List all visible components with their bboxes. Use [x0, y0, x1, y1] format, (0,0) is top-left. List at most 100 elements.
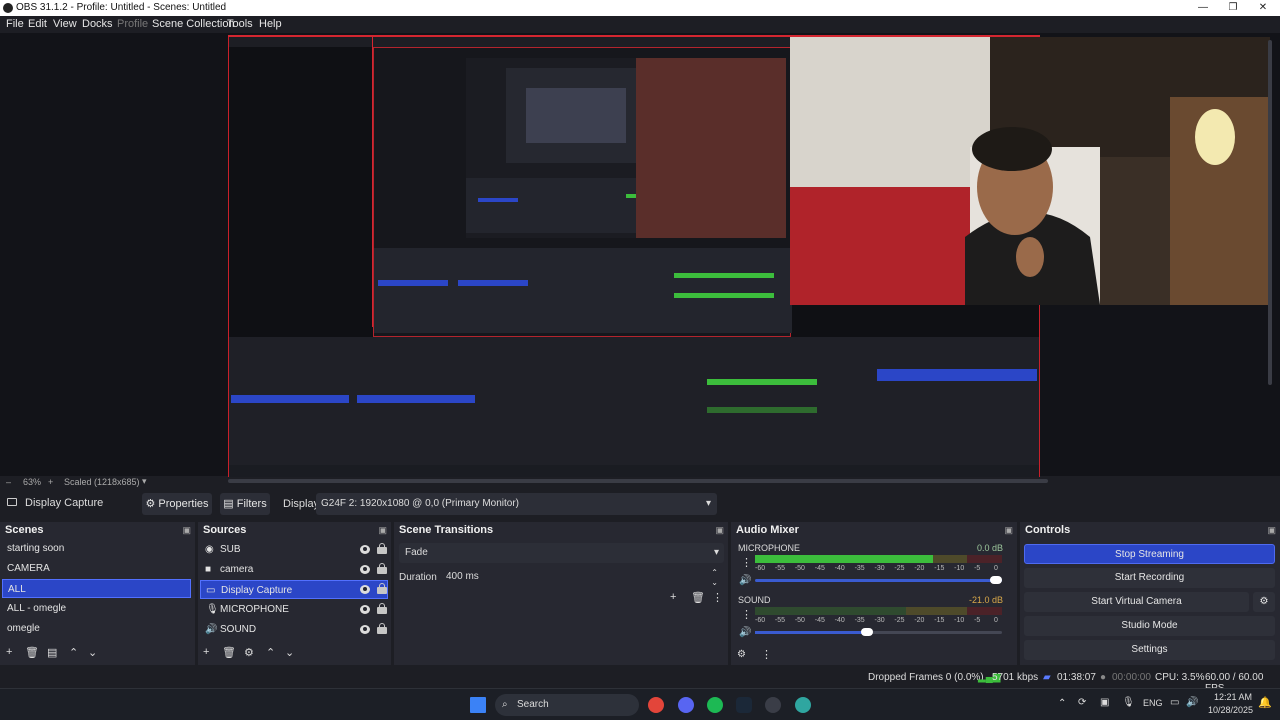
tray-obs-icon[interactable]: ▣: [1100, 697, 1109, 708]
virtual-camera-settings-button[interactable]: ⚙: [1253, 592, 1275, 612]
menu-scene-collection[interactable]: Scene Collection: [152, 18, 235, 30]
lock-icon[interactable]: [377, 583, 387, 594]
source-item[interactable]: 🔊 SOUND: [200, 620, 388, 639]
steam-icon[interactable]: [736, 697, 752, 713]
dock-menu-icon[interactable]: ▣: [1004, 522, 1013, 538]
menu-view[interactable]: View: [53, 18, 77, 30]
add-transition-button[interactable]: +: [670, 591, 676, 603]
remove-transition-button[interactable]: 🗑: [691, 591, 705, 604]
tray-sync-icon[interactable]: ⟳: [1078, 697, 1086, 708]
menu-edit[interactable]: Edit: [28, 18, 47, 30]
dock-menu-icon[interactable]: ▣: [378, 522, 387, 538]
mic-options-icon[interactable]: ⋮: [741, 556, 752, 569]
preview-vertical-scrollbar[interactable]: [1268, 40, 1272, 385]
settings-button[interactable]: Settings: [1024, 640, 1275, 660]
dock-menu-icon[interactable]: ▣: [1267, 522, 1276, 538]
remove-source-button[interactable]: 🗑: [222, 646, 236, 659]
spotify-icon[interactable]: [707, 697, 723, 713]
lock-icon[interactable]: [377, 623, 387, 634]
scale-dropdown-icon[interactable]: ▾: [142, 476, 147, 487]
lock-icon[interactable]: [377, 543, 387, 554]
move-up-button[interactable]: ⌃: [69, 646, 78, 659]
start-recording-button[interactable]: Start Recording: [1024, 568, 1275, 588]
tray-mic-icon[interactable]: 🎙: [1122, 697, 1135, 708]
source-item-selected[interactable]: ▭ Display Capture: [200, 580, 388, 599]
source-properties-button[interactable]: ⚙: [244, 646, 254, 659]
zoom-in-button[interactable]: +: [48, 477, 53, 487]
mute-speaker-icon[interactable]: 🔊: [739, 627, 751, 638]
scene-item-selected[interactable]: ALL: [2, 579, 191, 598]
stop-streaming-button[interactable]: Stop Streaming: [1024, 544, 1275, 564]
chrome-icon[interactable]: [648, 697, 664, 713]
dock-menu-icon[interactable]: ▣: [182, 522, 191, 538]
menu-help[interactable]: Help: [259, 18, 282, 30]
minimize-button[interactable]: —: [1188, 0, 1218, 16]
visibility-eye-icon[interactable]: [360, 565, 370, 574]
add-scene-button[interactable]: +: [6, 646, 12, 658]
scene-filters-button[interactable]: ▤: [47, 646, 57, 659]
chevron-down-icon: ▾: [705, 498, 711, 509]
move-down-button[interactable]: ⌄: [88, 646, 97, 659]
scene-item[interactable]: CAMERA: [2, 559, 191, 578]
source-item[interactable]: 🎙 MICROPHONE: [200, 600, 388, 619]
studio-mode-button[interactable]: Studio Mode: [1024, 616, 1275, 636]
discord-icon[interactable]: [678, 697, 694, 713]
duration-spinbox[interactable]: 400 ms ⌃ ⌄: [440, 567, 724, 587]
transition-select[interactable]: Fade ▾: [399, 543, 724, 563]
mute-speaker-icon[interactable]: 🔊: [739, 575, 751, 586]
zoom-out-button[interactable]: –: [6, 477, 11, 487]
add-source-button[interactable]: +: [203, 646, 209, 658]
menu-file[interactable]: File: [6, 18, 24, 30]
display-select[interactable]: G24F 2: 1920x1080 @ 0,0 (Primary Monitor…: [316, 493, 717, 515]
app-globe-icon[interactable]: [795, 697, 811, 713]
visibility-eye-icon[interactable]: [360, 545, 370, 554]
preview-zoom-bar: – 63% + Scaled (1218x685) ▾: [0, 476, 1280, 490]
sound-volume-slider[interactable]: [755, 628, 1002, 636]
slider-handle[interactable]: [990, 576, 1002, 584]
maximize-button[interactable]: ❐: [1218, 0, 1248, 16]
filters-button[interactable]: ▤ Filters: [220, 493, 270, 515]
more-options-icon[interactable]: ⋮: [712, 591, 723, 604]
meter-tick-label: -35: [854, 617, 865, 624]
meter-tick-label: 0: [994, 565, 998, 572]
monitor-icon: ▭: [206, 585, 216, 596]
lock-icon[interactable]: [377, 563, 387, 574]
volume-icon[interactable]: 🔊: [1186, 697, 1198, 708]
mixer-more-icon[interactable]: ⋮: [761, 648, 772, 661]
menu-profile[interactable]: Profile: [117, 18, 148, 30]
lock-icon[interactable]: [377, 603, 387, 614]
mic-volume-slider[interactable]: [755, 576, 1002, 584]
source-item[interactable]: ■ camera: [200, 560, 388, 579]
notification-bell-icon[interactable]: 🔔: [1258, 696, 1272, 709]
start-virtual-camera-button[interactable]: Start Virtual Camera: [1024, 592, 1249, 612]
properties-button[interactable]: ⚙ Properties: [142, 493, 212, 515]
close-button[interactable]: ✕: [1248, 0, 1278, 16]
source-item[interactable]: ◉ SUB: [200, 540, 388, 559]
network-icon[interactable]: ▭: [1170, 697, 1179, 708]
mixer-settings-icon[interactable]: ⚙: [737, 649, 746, 660]
menu-tools[interactable]: Tools: [227, 18, 253, 30]
slider-handle[interactable]: [860, 628, 873, 636]
obs-taskbar-icon[interactable]: [765, 697, 781, 713]
windows-start-icon[interactable]: [470, 697, 486, 713]
visibility-eye-icon[interactable]: [360, 605, 370, 614]
clock-date[interactable]: 10/28/2025: [1208, 705, 1253, 715]
language-indicator[interactable]: ENG: [1143, 698, 1163, 708]
taskbar-search-box[interactable]: ⌕ Search: [495, 694, 639, 716]
scene-item[interactable]: ALL - omegle: [2, 599, 191, 618]
tray-chevron-icon[interactable]: ⌃: [1058, 698, 1066, 709]
audio-mixer-dock: Audio Mixer ▣ MICROPHONE 0.0 dB ⋮ -60 -55 -…: [731, 522, 1017, 665]
clock-time[interactable]: 12:21 AM: [1212, 692, 1252, 702]
dock-menu-icon[interactable]: ▣: [715, 522, 724, 538]
title-bar: OBS 31.1.2 - Profile: Untitled - Scenes:…: [0, 0, 1280, 16]
visibility-eye-icon[interactable]: [360, 585, 370, 594]
scene-item[interactable]: starting soon: [2, 539, 191, 558]
stepper-down-icon[interactable]: ⌄: [711, 573, 718, 593]
move-up-button[interactable]: ⌃: [266, 646, 275, 659]
menu-docks[interactable]: Docks: [82, 18, 113, 30]
remove-scene-button[interactable]: 🗑: [25, 646, 39, 659]
visibility-eye-icon[interactable]: [360, 625, 370, 634]
sound-options-icon[interactable]: ⋮: [741, 608, 752, 621]
move-down-button[interactable]: ⌄: [285, 646, 294, 659]
scene-item[interactable]: omegle: [2, 619, 191, 638]
